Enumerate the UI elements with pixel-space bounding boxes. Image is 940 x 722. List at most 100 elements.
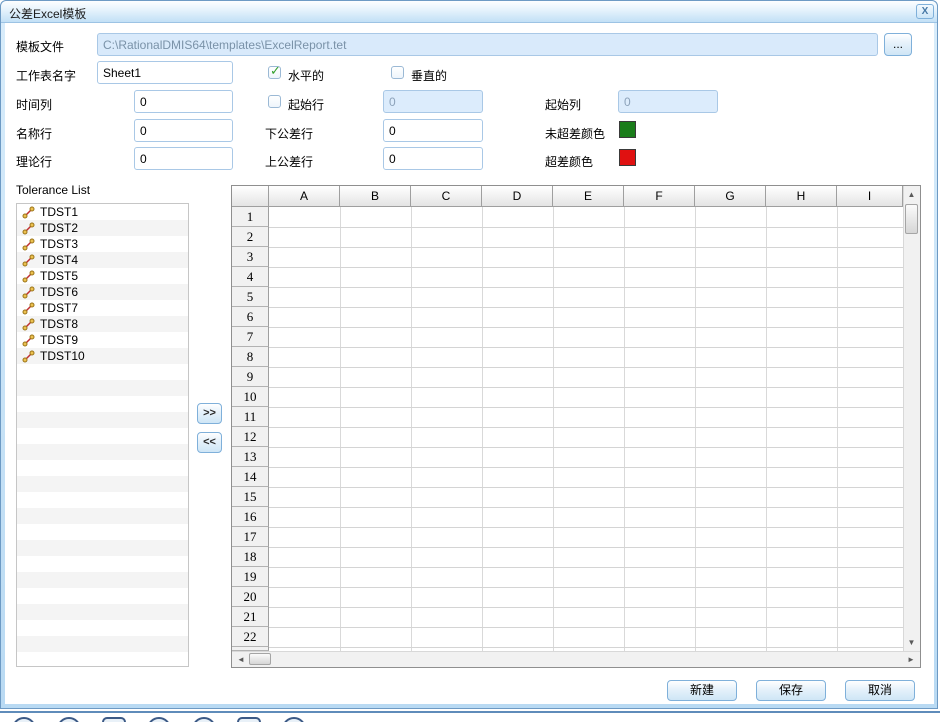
grid-corner-cell[interactable] [232, 186, 269, 207]
background-app-icon [12, 717, 36, 722]
row-header-3[interactable]: 3 [232, 247, 269, 267]
out-tol-color-label: 超差颜色 [545, 153, 593, 170]
row-header-15[interactable]: 15 [232, 487, 269, 507]
row-header-7[interactable]: 7 [232, 327, 269, 347]
start-row-input [383, 90, 483, 113]
tolerance-item-label: TDST3 [40, 237, 78, 251]
grid-hline [269, 547, 903, 548]
row-header-2[interactable]: 2 [232, 227, 269, 247]
tolerance-list-item[interactable]: TDST1 [17, 204, 188, 220]
tolerance-list-item[interactable]: TDST5 [17, 268, 188, 284]
tolerance-list-empty-row [17, 444, 188, 460]
spreadsheet-grid[interactable]: ABCDEFGHI1234567891011121314151617181920… [231, 185, 921, 668]
row-header-17[interactable]: 17 [232, 527, 269, 547]
move-to-sheet-button[interactable]: >> [197, 403, 222, 424]
template-file-label: 模板文件 [16, 38, 64, 55]
upper-tol-row-input[interactable] [383, 147, 483, 170]
tolerance-list-title: Tolerance List [16, 183, 90, 197]
column-header-A[interactable]: A [269, 186, 340, 207]
start-row-checkbox[interactable] [268, 95, 281, 108]
column-header-D[interactable]: D [482, 186, 553, 207]
tolerance-list-empty-row [17, 476, 188, 492]
row-header-9[interactable]: 9 [232, 367, 269, 387]
grid-hline [269, 507, 903, 508]
tolerance-list-item[interactable]: TDST10 [17, 348, 188, 364]
tolerance-list-item[interactable]: TDST4 [17, 252, 188, 268]
horizontal-checkbox[interactable]: ✓ [268, 66, 281, 79]
column-header-E[interactable]: E [553, 186, 624, 207]
grid-vline [766, 207, 767, 651]
browse-button[interactable]: ... [884, 33, 912, 56]
save-button[interactable]: 保存 [756, 680, 826, 701]
vertical-checkbox[interactable] [391, 66, 404, 79]
grid-hline [269, 427, 903, 428]
dimension-icon [22, 302, 35, 315]
tolerance-list-item[interactable]: TDST3 [17, 236, 188, 252]
dimension-icon [22, 350, 35, 363]
column-header-G[interactable]: G [695, 186, 766, 207]
tolerance-list-item[interactable]: TDST8 [17, 316, 188, 332]
vertical-scrollbar[interactable] [903, 186, 920, 651]
checkmark-icon: ✓ [270, 63, 281, 79]
grid-vline [837, 207, 838, 651]
tolerance-item-label: TDST10 [40, 349, 85, 363]
horizontal-scroll-thumb[interactable] [249, 653, 271, 665]
row-header-13[interactable]: 13 [232, 447, 269, 467]
new-button[interactable]: 新建 [667, 680, 737, 701]
row-header-19[interactable]: 19 [232, 567, 269, 587]
row-header-1[interactable]: 1 [232, 207, 269, 227]
row-header-14[interactable]: 14 [232, 467, 269, 487]
row-header-5[interactable]: 5 [232, 287, 269, 307]
time-col-input[interactable] [134, 90, 233, 113]
row-header-12[interactable]: 12 [232, 427, 269, 447]
row-header-11[interactable]: 11 [232, 407, 269, 427]
title-bar[interactable]: 公差Excel模板 [1, 1, 937, 23]
tolerance-excel-template-dialog: 公差Excel模板 X 模板文件 ... 工作表名字 ✓ 水平的 垂直的 时间列… [0, 0, 940, 722]
tolerance-list-empty-row [17, 524, 188, 540]
row-header-18[interactable]: 18 [232, 547, 269, 567]
in-tol-color-swatch[interactable] [619, 121, 636, 138]
tolerance-list-item[interactable]: TDST7 [17, 300, 188, 316]
tolerance-list-item[interactable]: TDST9 [17, 332, 188, 348]
grid-hline [269, 567, 903, 568]
background-app-icon [237, 717, 261, 722]
scroll-up-icon[interactable]: ▲ [903, 190, 920, 199]
tolerance-list-empty-row [17, 508, 188, 524]
tolerance-list[interactable]: TDST1TDST2TDST3TDST4TDST5TDST6TDST7TDST8… [16, 203, 189, 667]
sheet-name-label: 工作表名字 [16, 67, 76, 84]
tolerance-list-item[interactable]: TDST2 [17, 220, 188, 236]
out-tol-color-swatch[interactable] [619, 149, 636, 166]
scroll-down-icon[interactable]: ▼ [903, 638, 920, 647]
sheet-name-input[interactable] [97, 61, 233, 84]
column-header-H[interactable]: H [766, 186, 837, 207]
row-header-20[interactable]: 20 [232, 587, 269, 607]
tolerance-list-empty-row [17, 380, 188, 396]
row-header-16[interactable]: 16 [232, 507, 269, 527]
scroll-right-icon[interactable]: ► [904, 655, 918, 664]
tolerance-list-empty-row [17, 588, 188, 604]
close-icon[interactable]: X [916, 4, 934, 19]
vertical-scroll-thumb[interactable] [905, 204, 918, 234]
row-header-22[interactable]: 22 [232, 627, 269, 647]
cancel-button[interactable]: 取消 [845, 680, 915, 701]
name-row-input[interactable] [134, 119, 233, 142]
grid-hline [269, 387, 903, 388]
tolerance-list-empty-row [17, 364, 188, 380]
lower-tol-row-input[interactable] [383, 119, 483, 142]
template-file-input[interactable] [97, 33, 878, 56]
row-header-4[interactable]: 4 [232, 267, 269, 287]
move-to-list-button[interactable]: << [197, 432, 222, 453]
theory-row-input[interactable] [134, 147, 233, 170]
row-header-21[interactable]: 21 [232, 607, 269, 627]
row-header-10[interactable]: 10 [232, 387, 269, 407]
row-header-6[interactable]: 6 [232, 307, 269, 327]
column-header-F[interactable]: F [624, 186, 695, 207]
scroll-left-icon[interactable]: ◄ [234, 655, 248, 664]
row-header-8[interactable]: 8 [232, 347, 269, 367]
column-header-B[interactable]: B [340, 186, 411, 207]
grid-hline [269, 267, 903, 268]
column-header-C[interactable]: C [411, 186, 482, 207]
horizontal-scrollbar[interactable] [232, 651, 920, 667]
tolerance-list-item[interactable]: TDST6 [17, 284, 188, 300]
column-header-I[interactable]: I [837, 186, 903, 207]
